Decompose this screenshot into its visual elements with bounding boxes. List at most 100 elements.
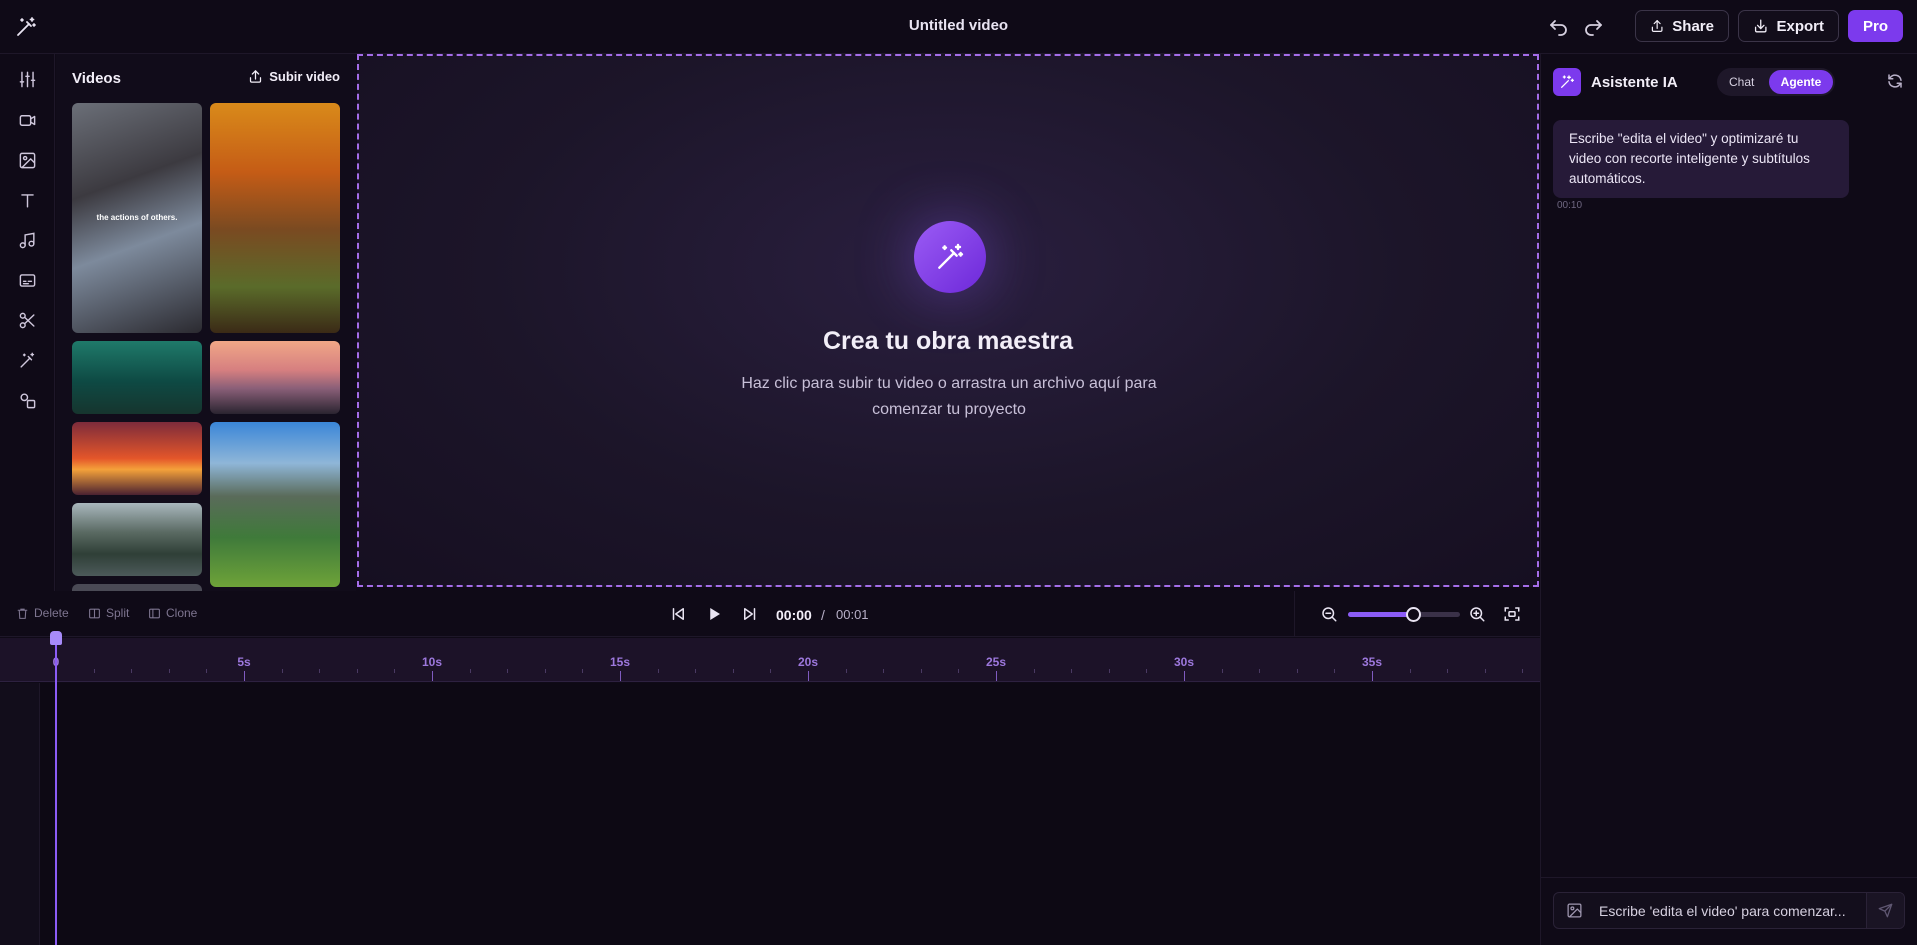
current-time: 00:00: [776, 607, 812, 623]
subtitles-icon[interactable]: [18, 271, 37, 290]
image-icon[interactable]: [18, 151, 37, 170]
ruler-minor-tick: [470, 669, 471, 673]
ruler-major-tick: [996, 671, 997, 681]
video-thumbnail[interactable]: [72, 341, 202, 414]
video-icon[interactable]: [18, 111, 37, 130]
ruler-minor-tick: [921, 669, 922, 673]
document-title[interactable]: Untitled video: [0, 17, 1917, 34]
ruler-major-tick: [1372, 671, 1373, 681]
skip-forward-icon[interactable]: [741, 605, 759, 623]
redo-icon[interactable]: [1581, 15, 1605, 39]
sliders-icon[interactable]: [18, 70, 37, 89]
ruler-minor-tick: [282, 669, 283, 673]
ruler-minor-tick: [1410, 669, 1411, 673]
split-label: Split: [106, 606, 130, 620]
ruler-tick-label: 20s: [797, 655, 819, 669]
ruler-minor-tick: [1522, 669, 1523, 673]
image-attach-icon[interactable]: [1566, 902, 1583, 919]
ruler-minor-tick: [545, 669, 546, 673]
zoom-controls: [1294, 591, 1540, 637]
assistant-input[interactable]: [1599, 893, 1859, 928]
zoom-out-icon[interactable]: [1320, 605, 1338, 623]
split-button[interactable]: Split: [88, 606, 129, 620]
scissors-icon[interactable]: [18, 311, 37, 330]
ruler-tick-label: 30s: [1173, 655, 1195, 669]
sparkles-icon: [1553, 68, 1581, 96]
timeline-ruler[interactable]: 05s10s15s20s25s30s35s: [0, 638, 1540, 682]
video-thumbnail[interactable]: [72, 422, 202, 495]
video-thumbnail[interactable]: [210, 422, 340, 587]
refresh-icon[interactable]: [1886, 72, 1904, 90]
thumbnail-caption: the actions of others.: [96, 213, 178, 223]
send-button[interactable]: [1866, 893, 1904, 928]
ruler-minor-tick: [1485, 669, 1486, 673]
magic-wand-icon[interactable]: [14, 15, 38, 39]
ruler-minor-tick: [206, 669, 207, 673]
zoom-slider-fill: [1348, 612, 1413, 617]
play-icon[interactable]: [705, 605, 723, 623]
ruler-minor-tick: [357, 669, 358, 673]
ruler-minor-tick: [1109, 669, 1110, 673]
share-label: Share: [1672, 17, 1714, 35]
clone-button[interactable]: Clone: [148, 606, 197, 620]
tab-chat[interactable]: Chat: [1729, 75, 1754, 89]
timeline-tracks[interactable]: [0, 683, 1540, 945]
assistant-title: Asistente IA: [1591, 74, 1678, 91]
clone-icon: [149, 608, 160, 618]
upload-drop-zone[interactable]: Crea tu obra maestra Haz clic para subir…: [357, 54, 1539, 587]
download-icon: [1754, 19, 1767, 33]
video-thumbnail[interactable]: the actions of others.: [72, 103, 202, 333]
ruler-minor-tick: [1297, 669, 1298, 673]
zoom-slider-handle[interactable]: [1405, 607, 1421, 622]
total-time: 00:01: [836, 607, 869, 622]
video-thumbnail[interactable]: [210, 103, 340, 333]
ruler-tick-label: 25s: [985, 655, 1007, 669]
mode-toggle: Chat Agente: [1717, 68, 1835, 96]
ruler-minor-tick: [1146, 669, 1147, 673]
send-icon: [1878, 903, 1893, 918]
upload-video-button[interactable]: Subir video: [248, 69, 340, 84]
ruler-tick-label: 35s: [1361, 655, 1383, 669]
upload-icon: [250, 70, 262, 83]
ruler-minor-tick: [695, 669, 696, 673]
clone-label: Clone: [166, 606, 198, 620]
music-icon[interactable]: [18, 231, 37, 250]
magic-wand-icon[interactable]: [18, 351, 37, 370]
undo-icon[interactable]: [1547, 15, 1571, 39]
zoom-in-icon[interactable]: [1468, 605, 1486, 623]
ruler-tick-label: 10s: [421, 655, 443, 669]
export-label: Export: [1776, 17, 1824, 35]
zoom-slider[interactable]: [1348, 607, 1460, 622]
playhead-handle[interactable]: [50, 631, 62, 645]
video-thumbnail[interactable]: [210, 341, 340, 414]
ruler-major-tick: [244, 671, 245, 681]
fit-screen-icon[interactable]: [1503, 605, 1521, 623]
trash-icon: [17, 608, 28, 619]
magic-wand-icon: [914, 221, 986, 293]
tab-agent[interactable]: Agente: [1769, 70, 1833, 94]
skip-back-icon[interactable]: [669, 605, 687, 623]
shapes-icon[interactable]: [18, 391, 37, 410]
export-button[interactable]: Export: [1738, 10, 1839, 42]
ruler-minor-tick: [1071, 669, 1072, 673]
video-thumbnail[interactable]: [72, 584, 202, 591]
ruler-major-tick: [1184, 671, 1185, 681]
share-button[interactable]: Share: [1635, 10, 1729, 42]
playhead-line: [55, 638, 57, 945]
video-thumbnail[interactable]: [72, 503, 202, 576]
canvas-subtitle: Haz clic para subir tu video o arrastra …: [741, 375, 1157, 418]
ruler-minor-tick: [131, 669, 132, 673]
time-separator: /: [821, 607, 825, 623]
ruler-minor-tick: [394, 669, 395, 673]
delete-button[interactable]: Delete: [16, 606, 69, 620]
top-bar: Untitled video Share Export Pro: [0, 0, 1917, 54]
media-panel: Videos Subir video the actions of others…: [56, 54, 356, 591]
ruler-minor-tick: [1259, 669, 1260, 673]
message-timestamp: 00:10: [1557, 200, 1583, 211]
share-icon: [1651, 20, 1663, 32]
media-title: Videos: [72, 70, 121, 87]
pro-button[interactable]: Pro: [1848, 10, 1903, 42]
ruler-tick-label: 15s: [609, 655, 631, 669]
assistant-message: Escribe "edita el video" y optimizaré tu…: [1553, 120, 1849, 198]
text-icon[interactable]: [18, 191, 37, 210]
